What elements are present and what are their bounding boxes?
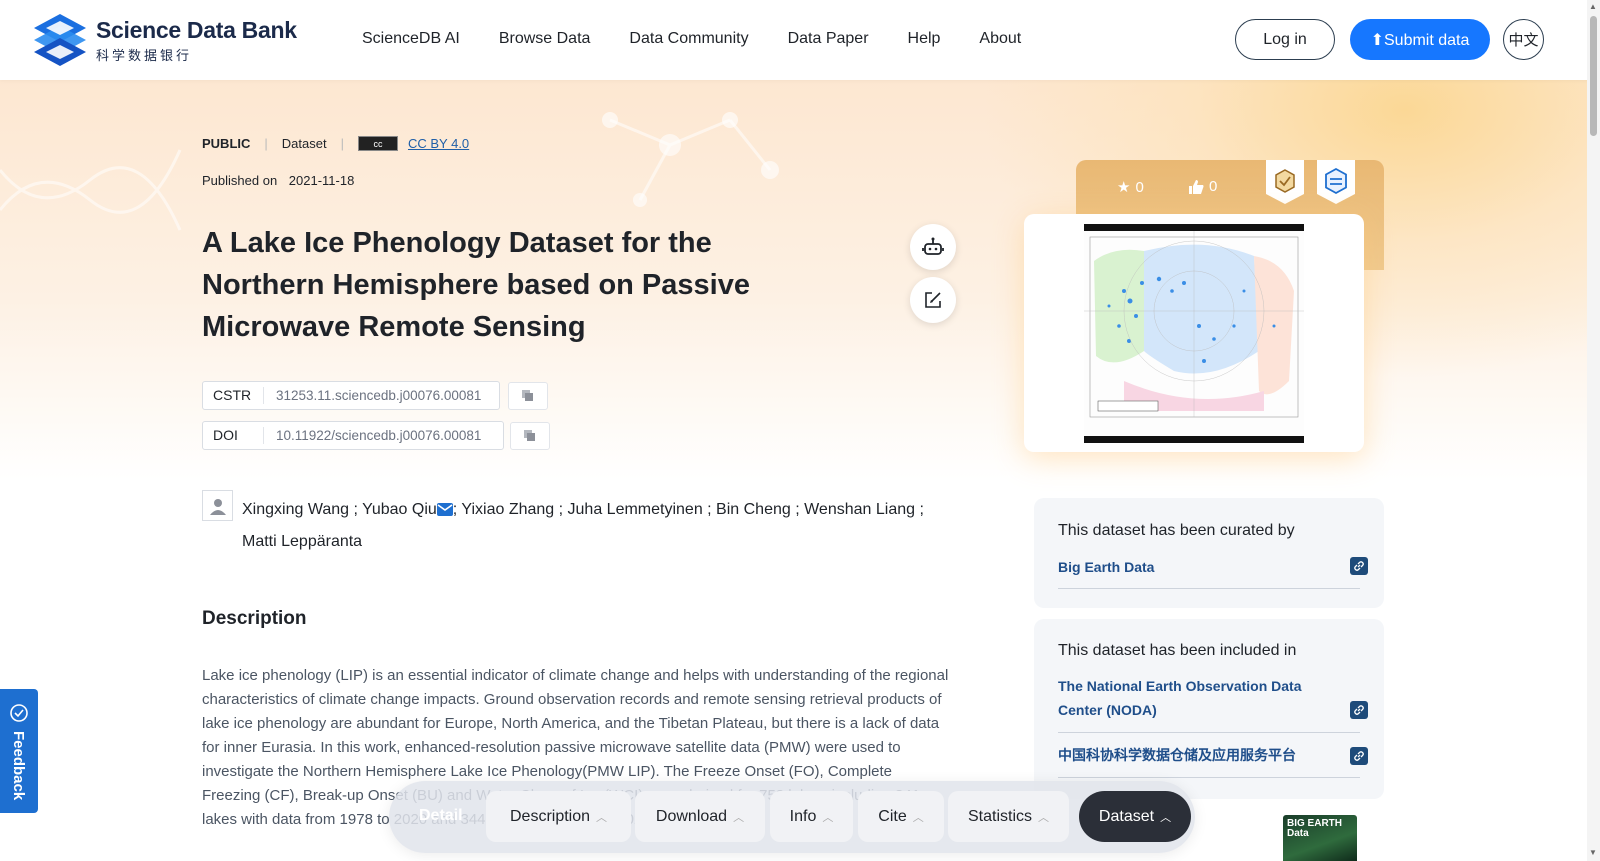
nav-about[interactable]: About <box>979 30 1021 48</box>
scrollbar-thumb[interactable] <box>1590 16 1597 136</box>
logo[interactable]: Science Data Bank 科学数据银行 <box>32 12 297 68</box>
chevron-up-icon: ︿ <box>822 811 834 824</box>
edit-icon <box>925 292 941 308</box>
cstr-field: CSTR 31253.11.sciencedb.j00076.00081 <box>202 381 500 410</box>
tab-info-label: Info <box>789 807 817 825</box>
submit-data-button[interactable]: ⬆Submit data <box>1350 19 1490 60</box>
external-link-icon[interactable] <box>1350 747 1368 765</box>
tab-cite-label: Cite <box>878 807 907 825</box>
divider <box>1058 777 1360 778</box>
thumbs-up-icon <box>1189 179 1204 194</box>
copy-icon <box>522 390 533 401</box>
tab-description[interactable]: Description ︿ <box>486 791 631 842</box>
tab-dataset-label: Dataset <box>1098 807 1155 825</box>
chevron-up-icon: ︿ <box>596 811 608 824</box>
cstr-value[interactable]: 31253.11.sciencedb.j00076.00081 <box>264 388 491 403</box>
curated-heading: This dataset has been curated by <box>1058 522 1295 539</box>
nav-data-community[interactable]: Data Community <box>629 30 748 48</box>
doi-label: DOI <box>203 427 264 444</box>
tab-description-label: Description <box>509 807 591 825</box>
tab-download[interactable]: Download ︿ <box>635 791 765 842</box>
doi-field: DOI 10.11922/sciencedb.j00076.00081 <box>202 421 504 450</box>
cc-license-icon: cc <box>357 136 398 151</box>
dataset-meta: PUBLIC | Dataset | cc CC BY 4.0 <box>202 136 469 151</box>
feedback-tab[interactable]: Feedback <box>0 689 38 813</box>
page-scrollbar[interactable]: ▲ ▼ <box>1587 0 1600 861</box>
tab-download-label: Download <box>655 807 728 825</box>
ai-assistant-button[interactable] <box>910 224 956 270</box>
external-link-icon[interactable] <box>1350 701 1368 719</box>
logo-mark-icon <box>34 14 86 66</box>
cstr-label: CSTR <box>203 387 264 404</box>
tab-statistics-label: Statistics <box>967 807 1032 825</box>
visibility-badge: PUBLIC <box>202 136 251 151</box>
included-link-cast[interactable]: 中国科协科学数据仓储及应用服务平台 <box>1058 743 1296 767</box>
logo-title: Science Data Bank <box>96 16 297 43</box>
included-link-noda[interactable]: The National Earth Observation Data Cent… <box>1058 674 1328 722</box>
chevron-up-icon: ︿ <box>1038 811 1049 824</box>
verified-badge-icon <box>1317 160 1355 204</box>
like-count[interactable]: 0 <box>1189 178 1217 195</box>
copy-doi-button[interactable] <box>510 422 550 450</box>
dataset-map-thumbnail[interactable] <box>1084 224 1304 443</box>
main-nav: ScienceDB AI Browse Data Data Community … <box>362 30 1021 48</box>
chevron-up-icon: ︿ <box>912 811 924 824</box>
edit-button[interactable] <box>910 277 956 323</box>
included-heading: This dataset has been included in <box>1058 642 1297 659</box>
detail-section-nav: Detail Description ︿ Download ︿ Info ︿ Cite… <box>389 781 1195 853</box>
authors-first[interactable]: Xingxing Wang ; Yubao Qiu <box>242 501 437 518</box>
feedback-label: Feedback <box>10 731 27 801</box>
copy-cstr-button[interactable] <box>508 382 548 410</box>
license-link[interactable]: CC BY 4.0 <box>408 136 469 151</box>
person-icon <box>202 490 233 521</box>
star-count[interactable]: ★ 0 <box>1117 178 1144 197</box>
feedback-icon <box>10 704 28 722</box>
submit-data-label: Submit data <box>1384 31 1470 49</box>
nav-browse-data[interactable]: Browse Data <box>499 30 591 48</box>
curated-by-box: This dataset has been curated by Big Ear… <box>1034 498 1384 608</box>
authors-last[interactable]: Matti Leppäranta <box>242 533 362 550</box>
doi-value[interactable]: 10.11922/sciencedb.j00076.00081 <box>264 428 491 443</box>
journal-cover-image[interactable]: BIG EARTH Data <box>1283 815 1357 861</box>
meta-divider: | <box>340 136 344 151</box>
published-date: 2021-11-18 <box>288 173 355 188</box>
chevron-up-icon: ︿ <box>733 811 745 824</box>
tab-cite[interactable]: Cite ︿ <box>858 791 944 842</box>
chevron-up-icon: ︿ <box>1160 811 1172 824</box>
nav-sciencedb-ai[interactable]: ScienceDB AI <box>362 30 460 48</box>
star-count-value: 0 <box>1135 178 1144 196</box>
copy-icon <box>524 430 535 441</box>
author-list: Xingxing Wang ; Yubao Qiu ; Yixiao Zhang … <box>242 494 942 558</box>
tab-dataset[interactable]: Dataset ︿ <box>1079 791 1191 842</box>
meta-divider: | <box>264 136 268 151</box>
divider <box>1058 588 1360 589</box>
scroll-down-arrow-icon[interactable]: ▼ <box>1589 848 1597 857</box>
description-heading: Description <box>202 608 307 629</box>
external-link-icon[interactable] <box>1350 557 1368 575</box>
upload-icon: ⬆ <box>1370 31 1384 49</box>
curated-by-link[interactable]: Big Earth Data <box>1058 555 1154 579</box>
email-icon[interactable] <box>436 503 453 516</box>
included-in-box: This dataset has been included in The Na… <box>1034 619 1384 799</box>
scroll-up-arrow-icon[interactable]: ▲ <box>1589 2 1597 11</box>
top-header: Science Data Bank 科学数据银行 ScienceDB AI Br… <box>0 0 1600 80</box>
like-count-value: 0 <box>1209 178 1218 195</box>
tab-statistics[interactable]: Statistics ︿ <box>948 791 1069 842</box>
divider <box>1058 732 1360 733</box>
tab-info[interactable]: Info ︿ <box>770 791 853 842</box>
nav-data-paper[interactable]: Data Paper <box>788 30 869 48</box>
robot-icon <box>922 237 944 255</box>
curated-badge-icon <box>1266 160 1304 204</box>
detail-label: Detail <box>419 807 463 824</box>
login-button[interactable]: Log in <box>1235 19 1335 60</box>
published-label: Published on <box>202 173 278 188</box>
nav-help[interactable]: Help <box>908 30 941 48</box>
star-icon: ★ <box>1117 179 1131 196</box>
dataset-title: A Lake Ice Phenology Dataset for the Nor… <box>202 227 750 343</box>
authors-rest[interactable]: ; Yixiao Zhang ; Juha Lemmetyinen ; Bin … <box>453 501 924 518</box>
published-info: Published on 2021-11-18 <box>202 173 354 188</box>
logo-subtitle: 科学数据银行 <box>96 47 193 63</box>
language-toggle-button[interactable]: 中文 <box>1503 19 1544 60</box>
dataset-type: Dataset <box>281 136 327 151</box>
